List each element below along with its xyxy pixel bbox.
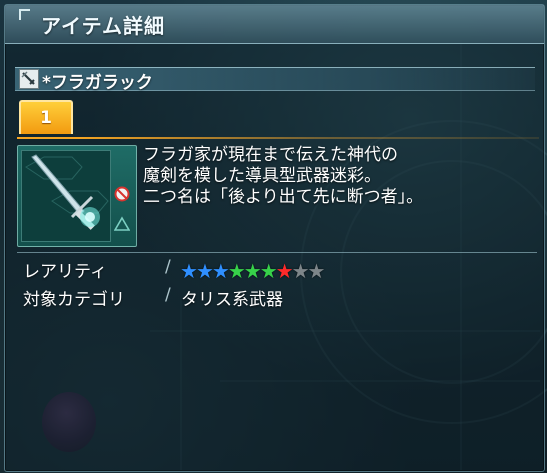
rarity-star-filled: ★	[180, 259, 198, 283]
item-name: *フラガラック	[42, 73, 153, 93]
rarity-star-filled: ★	[227, 259, 246, 283]
rarity-separator: /	[165, 257, 171, 277]
item-description: フラガ家が現在まで伝えた神代の 魔剣を模した導具型武器迷彩。 二つ名は「後より出…	[143, 145, 543, 208]
tab-1[interactable]: 1	[19, 100, 73, 134]
divider	[17, 252, 537, 253]
rarity-label: レアリティ	[23, 262, 107, 282]
description-line: フラガ家が現在まで伝えた神代の	[143, 145, 398, 165]
sword-camo-icon	[19, 69, 39, 89]
item-detail-window: アイテム詳細 *フラガラック 1 フラガ家が現在まで伝えた神代の 魔剣を模した導…	[4, 4, 545, 472]
rarity-star-empty: ★	[291, 259, 310, 283]
window-title: アイテム詳細	[41, 14, 165, 38]
rarity-star-filled: ★	[195, 259, 214, 283]
triangle-icon	[113, 216, 131, 232]
item-image	[21, 150, 111, 242]
prohibited-icon	[114, 186, 130, 202]
rarity-star-empty: ★	[307, 259, 326, 283]
description-line: 二つ名は「後より出て先に断つ者」。	[143, 187, 424, 207]
rarity-star-filled: ★	[275, 259, 294, 283]
rarity-stars: ★★★★★★★★★	[180, 259, 326, 283]
item-name-bar: *フラガラック	[15, 67, 535, 93]
window-titlebar[interactable]: アイテム詳細	[5, 5, 544, 44]
category-value: タリス系武器	[181, 290, 283, 310]
rarity-star-filled: ★	[211, 259, 230, 283]
category-label: 対象カテゴリ	[23, 290, 125, 310]
titlebar-corner-accent	[19, 9, 30, 20]
item-image-frame	[17, 145, 137, 247]
game-scene: アイテム詳細 *フラガラック 1 フラガ家が現在まで伝えた神代の 魔剣を模した導…	[0, 0, 547, 473]
category-separator: /	[165, 285, 171, 305]
tab-underline	[17, 137, 539, 139]
description-line: 魔剣を模した導具型武器迷彩。	[143, 166, 381, 186]
rarity-star-filled: ★	[243, 259, 262, 283]
rarity-star-filled: ★	[259, 259, 278, 283]
